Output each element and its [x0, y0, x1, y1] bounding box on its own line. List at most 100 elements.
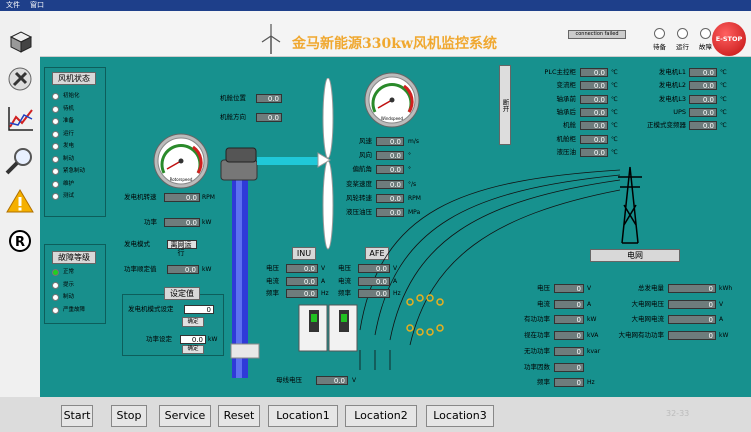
- grid-param-value: 0: [554, 362, 584, 372]
- inu-row-label: 频率: [266, 289, 279, 297]
- inu-row-value: 0.0: [286, 289, 318, 298]
- location2-button[interactable]: Location2: [345, 405, 417, 427]
- status-radio: [52, 93, 59, 100]
- gen-mode-set-input[interactable]: 0: [184, 305, 214, 314]
- connection-status: connection failed: [568, 30, 626, 39]
- temp-label: 机舱柜: [556, 134, 577, 143]
- temp2-label: 发电机L2: [658, 81, 686, 90]
- status-radio-label: 维护: [63, 180, 75, 187]
- status-radio: [52, 155, 59, 163]
- temp2-label: UPS: [673, 107, 686, 116]
- temp-label: PLC主控柜: [544, 68, 576, 76]
- grid-param-unit: A: [587, 300, 592, 308]
- afe-row-value: 0.0: [358, 289, 390, 298]
- afe-row-label: 频率: [338, 289, 351, 297]
- grid-right-unit: kW: [719, 332, 729, 340]
- status-radio: [52, 130, 59, 138]
- fault-lamp: [700, 28, 711, 39]
- wind-param-value: 0.0: [376, 208, 404, 217]
- inu-row-unit: A: [321, 277, 326, 285]
- status-radio: [52, 143, 59, 150]
- gen-speed-unit: RPM: [202, 194, 215, 201]
- power-setpoint-label: 功率顺定值: [124, 265, 157, 273]
- grid-right-value: 0: [668, 299, 716, 309]
- status-radio: [52, 193, 59, 200]
- gen-mode-value: 离网运行: [167, 240, 197, 257]
- cube-icon[interactable]: [5, 26, 35, 56]
- disconnect-button[interactable]: 断开: [499, 65, 511, 145]
- afe-row-unit: V: [393, 265, 398, 272]
- grid-right-value: 0: [668, 315, 716, 325]
- standby-label: 待备: [653, 43, 666, 51]
- gen-speed-label: 发电机转速: [124, 193, 157, 201]
- temp2-unit: ℃: [720, 69, 727, 76]
- grid-param-value: 0: [554, 315, 584, 325]
- fault-radio: [52, 269, 59, 276]
- estop-button[interactable]: E-STOP: [712, 22, 746, 56]
- stop-button[interactable]: Stop: [111, 405, 147, 427]
- afe-row-label: 电流: [338, 276, 351, 285]
- temp-value: 0.0: [580, 107, 608, 117]
- temp2-value: 0.0: [689, 94, 717, 104]
- afe-row-unit: A: [393, 277, 398, 285]
- rotor-speed-gauge-label: Rotorspeed: [170, 177, 193, 182]
- warning-icon[interactable]: [5, 186, 35, 216]
- temp-label: 轴承前: [556, 94, 577, 103]
- magnifier-icon[interactable]: [5, 146, 35, 176]
- temp2-unit: ℃: [720, 108, 727, 116]
- grid-param-label: 有功功率: [524, 315, 550, 324]
- rotor-speed-gauge: Rotorspeed: [153, 133, 209, 189]
- start-button[interactable]: Start: [61, 405, 93, 427]
- menu-window[interactable]: 窗口: [30, 0, 44, 11]
- menu-file[interactable]: 文件: [6, 0, 20, 11]
- status-radio-label: 制动: [63, 155, 75, 162]
- temp-value: 0.0: [580, 121, 608, 131]
- gen-mode-confirm-button[interactable]: 确定: [182, 317, 204, 327]
- grid-param-value: 0: [554, 346, 584, 356]
- temp2-label: 正模式变频器: [647, 121, 686, 130]
- fault-radio-label: 严重故障: [63, 306, 86, 313]
- grid-param-label: 电流: [537, 299, 550, 308]
- temp-unit: ℃: [611, 95, 618, 103]
- wind-param-label: 风速: [359, 137, 372, 145]
- page-number: 32-33: [666, 409, 690, 418]
- wind-param-label: 液压油压: [346, 208, 372, 216]
- reset-button[interactable]: Reset: [218, 405, 260, 427]
- wind-param-unit: m/s: [408, 138, 419, 145]
- temp-unit: ℃: [611, 135, 618, 143]
- grid-right-label: 大电网电流: [631, 315, 665, 324]
- temp2-unit: ℃: [720, 82, 727, 90]
- grid-param-value: 0: [554, 299, 584, 309]
- wind-param-value: 0.0: [376, 137, 404, 146]
- fault-radio: [52, 294, 59, 301]
- wind-param-value: 0.0: [376, 193, 404, 203]
- status-radio-label: 运行: [63, 130, 75, 137]
- power-set-input[interactable]: 0.0: [180, 335, 206, 344]
- fault-radio-label: 正常: [63, 269, 75, 275]
- afe-row-value: 0.0: [358, 264, 390, 273]
- grid-param-unit: V: [587, 285, 592, 292]
- location1-button[interactable]: Location1: [268, 405, 338, 427]
- grid-param-unit: kvar: [587, 347, 601, 355]
- trend-chart-icon[interactable]: [5, 104, 35, 134]
- grid-param-unit: kVA: [587, 332, 599, 340]
- status-radio: [52, 118, 59, 125]
- wind-param-value: 0.0: [376, 179, 404, 189]
- wind-speed-gauge-label: Windspeed: [381, 116, 404, 121]
- tools-icon[interactable]: [5, 64, 35, 94]
- grid-right-unit: kWh: [719, 285, 733, 292]
- location3-button[interactable]: Location3: [426, 405, 494, 427]
- grid-right-unit: V: [719, 300, 724, 308]
- grid-param-label: 视在功率: [524, 331, 550, 340]
- temp-label: 液压油: [556, 147, 577, 156]
- temp2-label: 发电机L1: [658, 68, 686, 76]
- page-title: 金马新能源330kw风机监控系统: [292, 36, 497, 52]
- status-radio-label: 测试: [63, 193, 75, 199]
- inu-row-value: 0.0: [286, 264, 318, 273]
- power-confirm-button[interactable]: 确定: [182, 345, 204, 354]
- service-button[interactable]: Service: [159, 405, 211, 427]
- registered-icon[interactable]: R: [5, 226, 35, 256]
- wind-param-unit: °: [408, 166, 411, 174]
- grid-param-value: 0: [554, 284, 584, 293]
- fault-radio: [52, 306, 59, 314]
